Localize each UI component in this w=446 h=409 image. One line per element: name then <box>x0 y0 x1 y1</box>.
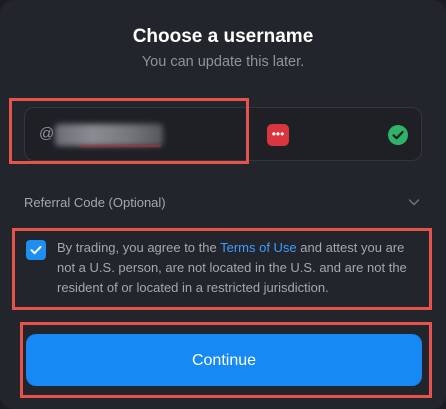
username-prefix: @ <box>39 125 55 142</box>
terms-agreement: By trading, you agree to the Terms of Us… <box>24 238 424 312</box>
terms-text-before: By trading, you agree to the <box>57 240 221 255</box>
terms-of-use-link[interactable]: Terms of Use <box>220 240 297 255</box>
dialog-title: Choose a username <box>132 26 314 47</box>
spellcheck-underline <box>81 145 161 147</box>
referral-code-toggle[interactable]: Referral Code (Optional) <box>24 188 422 218</box>
checkmark-icon <box>30 246 42 255</box>
continue-button[interactable]: Continue <box>26 334 422 386</box>
terms-checkbox[interactable] <box>26 240 46 260</box>
referral-code-label: Referral Code (Optional) <box>24 195 166 210</box>
username-input[interactable]: @ ••• <box>24 107 422 161</box>
dialog-subtitle: You can update this later. <box>141 54 305 70</box>
chevron-down-icon <box>408 199 420 206</box>
username-dialog: Choose a username You can update this la… <box>0 0 446 409</box>
terms-text: By trading, you agree to the Terms of Us… <box>57 238 419 298</box>
password-manager-icon[interactable]: ••• <box>267 124 289 146</box>
username-value-redacted <box>55 124 163 146</box>
check-circle-icon <box>388 125 408 145</box>
